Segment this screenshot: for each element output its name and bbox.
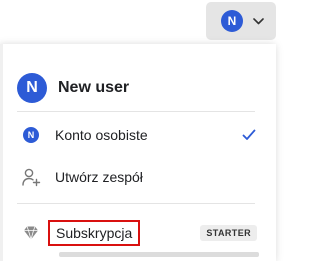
avatar: N <box>221 10 243 32</box>
dropdown-edge <box>0 44 3 261</box>
diamond-icon <box>20 222 42 244</box>
subscription-label: Subskrypcja <box>48 220 141 246</box>
user-avatar: N <box>17 73 47 103</box>
scroll-indicator <box>59 252 259 257</box>
account-dropdown: N New user N Konto osobiste Utwórz zespó… <box>0 44 276 261</box>
account-menu-button[interactable]: N <box>206 2 276 40</box>
menu-item-label: Konto osobiste <box>55 127 148 143</box>
account-menu-page: N N New user N Konto osobiste Utwórz zes… <box>0 0 278 261</box>
user-header: N New user <box>17 73 129 103</box>
check-icon <box>242 128 256 140</box>
user-plus-icon <box>20 166 42 188</box>
menu-item-label: Utwórz zespół <box>55 169 143 185</box>
plan-badge: STARTER <box>200 225 257 241</box>
menu-item-subscription[interactable]: Subskrypcja STARTER <box>17 218 257 248</box>
divider <box>17 203 255 204</box>
account-avatar-icon: N <box>20 124 42 146</box>
user-name: New user <box>58 79 130 96</box>
divider <box>17 111 255 112</box>
chevron-down-icon <box>253 17 264 25</box>
menu-item-create-team[interactable]: Utwórz zespół <box>17 162 257 192</box>
menu-item-personal-account[interactable]: N Konto osobiste <box>17 120 257 150</box>
